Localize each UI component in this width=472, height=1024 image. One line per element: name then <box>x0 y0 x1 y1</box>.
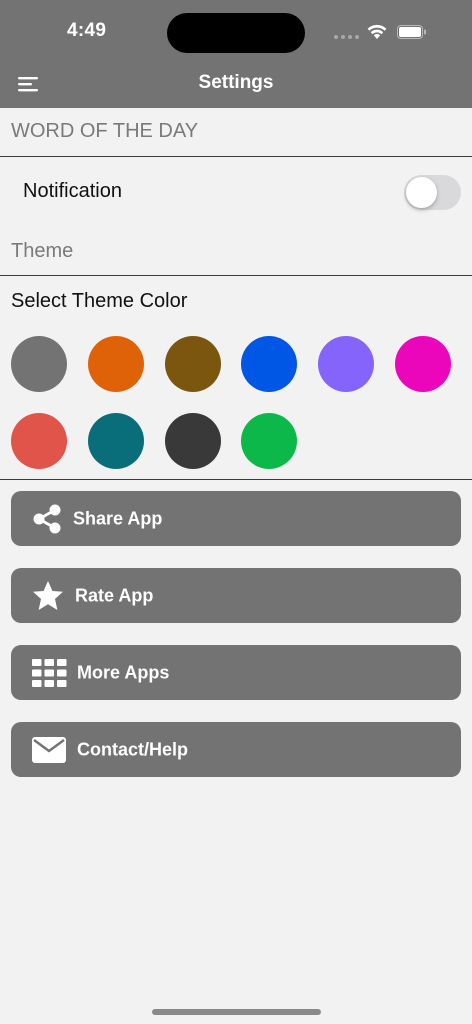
theme-color-swatch[interactable] <box>165 413 221 469</box>
theme-color-swatch[interactable] <box>11 336 67 392</box>
theme-color-swatch[interactable] <box>241 413 297 469</box>
theme-color-swatch[interactable] <box>318 336 374 392</box>
theme-color-swatch[interactable] <box>11 413 67 469</box>
theme-color-swatch[interactable] <box>395 336 451 392</box>
nav-header: 4:49 Settings <box>0 0 472 108</box>
contact-help-button[interactable]: Contact/Help <box>11 722 461 777</box>
home-indicator[interactable] <box>152 1009 321 1015</box>
rate-app-label: Rate App <box>75 585 154 605</box>
more-apps-button[interactable]: More Apps <box>11 645 461 700</box>
notification-toggle[interactable] <box>404 175 461 210</box>
theme-color-swatch[interactable] <box>241 336 297 392</box>
star-icon <box>33 580 63 610</box>
status-time: 4:49 <box>67 20 107 41</box>
battery-icon <box>397 25 426 39</box>
contact-help-label: Contact/Help <box>77 739 189 759</box>
rate-app-button[interactable]: Rate App <box>11 568 461 623</box>
divider <box>0 479 472 480</box>
theme-color-swatch[interactable] <box>165 336 221 392</box>
page-title: Settings <box>198 72 274 93</box>
theme-color-swatch[interactable] <box>88 336 144 392</box>
divider <box>0 156 472 157</box>
more-apps-label: More Apps <box>77 662 170 682</box>
grid-icon <box>32 658 67 687</box>
share-app-button[interactable]: Share App <box>11 491 461 546</box>
dynamic-island <box>167 13 305 53</box>
theme-color-swatch[interactable] <box>88 413 144 469</box>
toggle-knob <box>406 177 437 208</box>
cellular-signal-icon <box>334 35 359 39</box>
envelope-icon <box>32 736 66 763</box>
share-app-label: Share App <box>73 508 163 528</box>
select-theme-color-label: Select Theme Color <box>11 290 188 312</box>
share-icon <box>33 504 61 533</box>
section-header-theme: Theme <box>11 240 74 262</box>
section-header-word-of-the-day: WORD OF THE DAY <box>11 120 199 142</box>
divider <box>0 275 472 276</box>
notification-label: Notification <box>23 180 122 202</box>
settings-screen: 4:49 Settings WORD OF THE DAY Notificati… <box>0 0 472 1024</box>
wifi-icon <box>367 24 387 39</box>
